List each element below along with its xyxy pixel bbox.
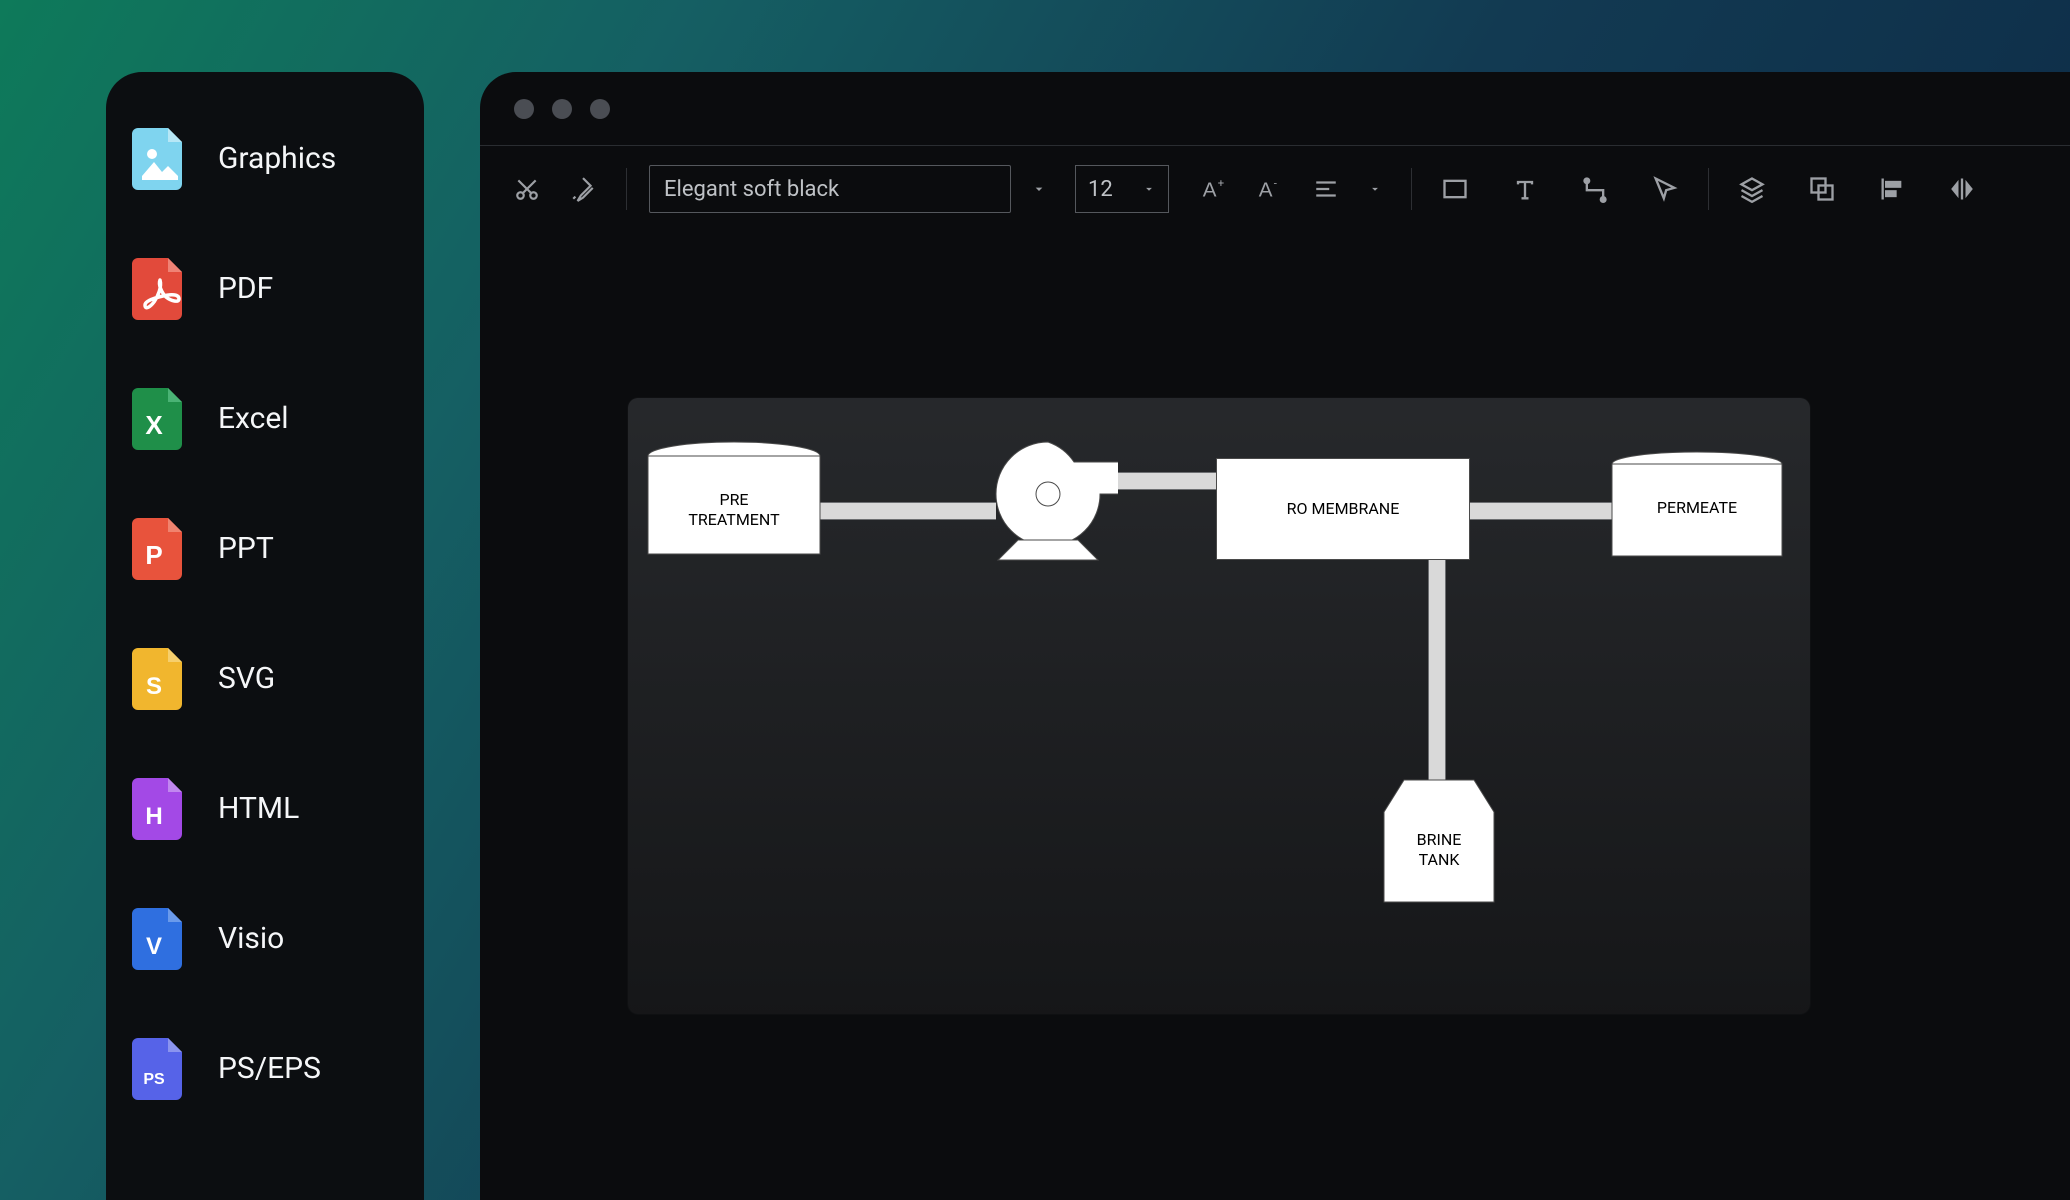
group-icon[interactable] xyxy=(1801,168,1843,210)
svg-text:P: P xyxy=(145,540,162,570)
style-select[interactable]: Elegant soft black xyxy=(649,165,1011,213)
export-item-pdf[interactable]: PDF xyxy=(124,240,406,336)
svg-text:S: S xyxy=(146,673,162,700)
layers-icon[interactable] xyxy=(1731,168,1773,210)
node-ro-membrane[interactable]: RO MEMBRANE xyxy=(1216,458,1470,560)
svg-text:H: H xyxy=(145,803,162,830)
visio-icon: V xyxy=(132,906,188,970)
align-caret-icon[interactable] xyxy=(1361,182,1389,196)
node-brine-tank[interactable]: BRINETANK xyxy=(1380,776,1498,910)
svg-text:V: V xyxy=(146,933,162,960)
export-item-label: SVG xyxy=(218,661,275,696)
increase-font-icon[interactable]: A+ xyxy=(1193,168,1235,210)
node-permeate[interactable]: PERMEATE xyxy=(1608,450,1786,564)
pipe xyxy=(814,502,996,520)
node-pre-treatment[interactable]: PRETREATMENT xyxy=(644,440,824,562)
decrease-font-icon[interactable]: A- xyxy=(1249,168,1291,210)
export-item-label: Visio xyxy=(218,921,284,956)
export-item-html[interactable]: H HTML xyxy=(124,760,406,856)
svg-text:+: + xyxy=(1218,177,1224,190)
svg-text:X: X xyxy=(145,410,163,440)
flip-icon[interactable] xyxy=(1941,168,1983,210)
window-titlebar xyxy=(480,72,2070,146)
export-item-label: Graphics xyxy=(218,141,336,176)
pointer-tool-icon[interactable] xyxy=(1644,168,1686,210)
export-item-ppt[interactable]: P PPT xyxy=(124,500,406,596)
editor-window: Elegant soft black 12 A+ A- xyxy=(480,72,2070,1200)
svg-text:A: A xyxy=(1259,179,1273,202)
export-item-graphics[interactable]: Graphics xyxy=(124,110,406,206)
export-item-visio[interactable]: V Visio xyxy=(124,890,406,986)
export-item-label: Excel xyxy=(218,401,289,436)
node-label: PERMEATE xyxy=(1608,498,1786,518)
ppt-icon: P xyxy=(132,516,188,580)
rectangle-tool-icon[interactable] xyxy=(1434,168,1476,210)
pdf-icon xyxy=(132,256,188,320)
ps-icon: PS xyxy=(132,1036,188,1100)
export-item-svg[interactable]: S SVG xyxy=(124,630,406,726)
align-icon[interactable] xyxy=(1305,168,1347,210)
svg-icon: S xyxy=(132,646,188,710)
export-item-label: PDF xyxy=(218,271,273,306)
node-pump[interactable] xyxy=(978,436,1118,566)
node-label: BRINETANK xyxy=(1380,830,1498,870)
svg-text:PS: PS xyxy=(143,1071,165,1088)
editor-toolbar: Elegant soft black 12 A+ A- xyxy=(480,146,2070,232)
image-icon xyxy=(132,126,188,190)
html-icon: H xyxy=(132,776,188,840)
svg-text:-: - xyxy=(1274,177,1277,190)
toolbar-separator xyxy=(1708,168,1709,210)
excel-icon: X xyxy=(132,386,188,450)
text-tool-icon[interactable] xyxy=(1504,168,1546,210)
pipe xyxy=(1428,558,1446,784)
export-item-label: PPT xyxy=(218,531,274,566)
export-format-panel: Graphics PDF X Excel xyxy=(106,72,424,1200)
export-item-excel[interactable]: X Excel xyxy=(124,370,406,466)
window-maximize-icon[interactable] xyxy=(590,99,610,119)
align-left-objects-icon[interactable] xyxy=(1871,168,1913,210)
format-painter-icon[interactable] xyxy=(562,168,604,210)
style-select-caret[interactable] xyxy=(1025,181,1053,197)
toolbar-separator xyxy=(626,168,627,210)
node-label: PRETREATMENT xyxy=(644,490,824,530)
connector-tool-icon[interactable] xyxy=(1574,168,1616,210)
window-close-icon[interactable] xyxy=(514,99,534,119)
font-size-select[interactable]: 12 xyxy=(1075,165,1169,213)
diagram-canvas[interactable]: PRETREATMENT RO MEMBRANE PE xyxy=(628,398,1810,1014)
export-item-label: HTML xyxy=(218,791,299,826)
export-item-ps-eps[interactable]: PS PS/EPS xyxy=(124,1020,406,1116)
font-size-value: 12 xyxy=(1088,177,1113,202)
node-label: RO MEMBRANE xyxy=(1287,499,1400,519)
window-minimize-icon[interactable] xyxy=(552,99,572,119)
toolbar-separator xyxy=(1411,168,1412,210)
cut-icon[interactable] xyxy=(506,168,548,210)
style-select-value: Elegant soft black xyxy=(664,177,839,202)
svg-text:A: A xyxy=(1203,179,1217,202)
pipe xyxy=(1466,502,1616,520)
export-item-label: PS/EPS xyxy=(218,1051,321,1086)
